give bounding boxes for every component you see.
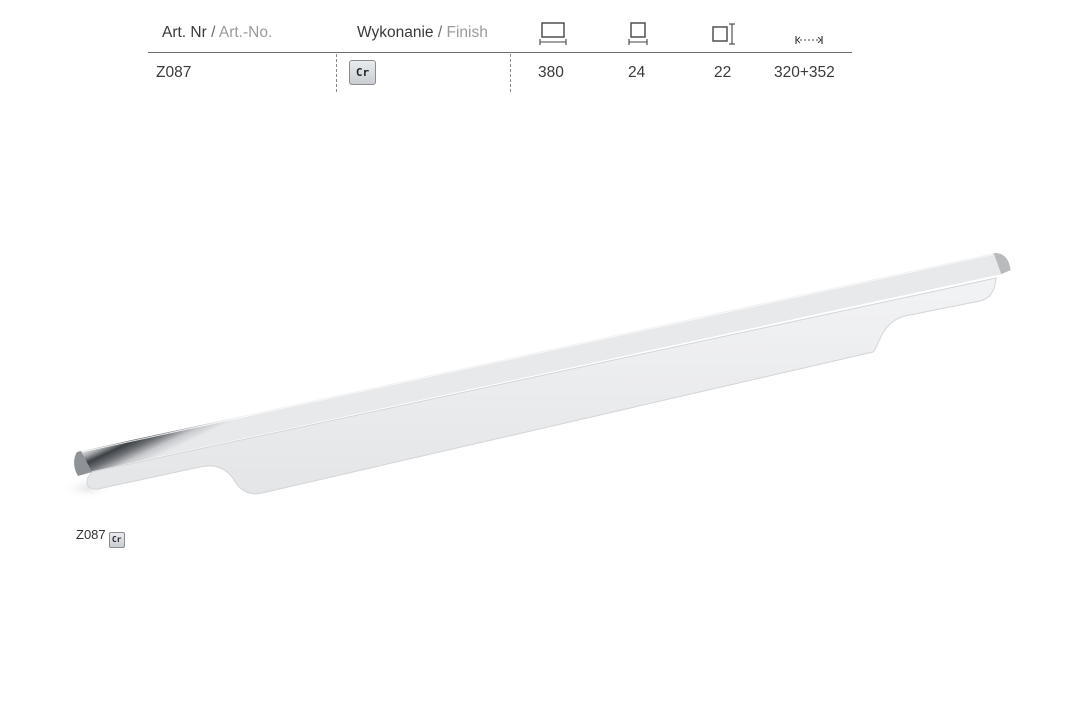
product-caption: Z087 Cr: [76, 526, 125, 548]
handle-product-image: [62, 252, 1011, 500]
caption-article: Z087: [76, 527, 106, 542]
caption-finish-badge: Cr: [108, 532, 125, 548]
